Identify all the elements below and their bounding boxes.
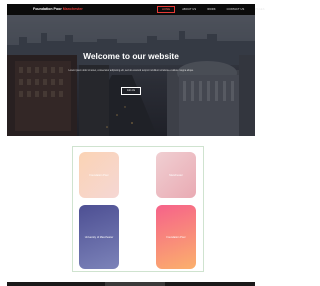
hero-overlay [7,15,255,136]
brand-logo[interactable]: Foundation Poor Manchester [33,7,83,11]
brand-name: Foundation Poor [33,7,63,11]
card-3[interactable]: University of Manchester [79,205,119,269]
nav-item-contact[interactable]: Contact Us [223,6,249,13]
card-4[interactable]: Foundation Poor [156,205,196,269]
nav-item-pages[interactable]: Pages [251,6,268,13]
card-1[interactable]: Foundation Poor [79,152,119,198]
card-label: Foundation Poor [166,235,186,239]
card-label: Foundation Poor [89,173,109,177]
card-2[interactable]: Manchester [156,152,196,198]
nav-menu: Home About Us Work Contact Us Pages [157,6,269,13]
top-navbar: Foundation Poor Manchester Home About Us… [7,4,264,15]
cards-grid: Foundation Poor Manchester University of… [72,146,204,272]
card-label: University of Manchester [84,235,114,239]
nav-item-work[interactable]: Work [203,6,219,13]
nav-item-about[interactable]: About Us [178,6,200,13]
footer-highlight [105,282,165,286]
page: Foundation Poor Manchester Home About Us… [0,0,264,286]
hero-cta-button[interactable]: Join Us [121,87,141,95]
nav-item-home[interactable]: Home [157,6,176,13]
hero-title: Welcome to our website [83,51,179,61]
hero-subtitle: Lorem ipsum dolor sit amet, consectetur … [68,70,194,72]
hero-banner: Welcome to our website Lorem ipsum dolor… [7,15,255,136]
brand-accent: Manchester [62,7,83,11]
card-label: Manchester [169,173,183,177]
